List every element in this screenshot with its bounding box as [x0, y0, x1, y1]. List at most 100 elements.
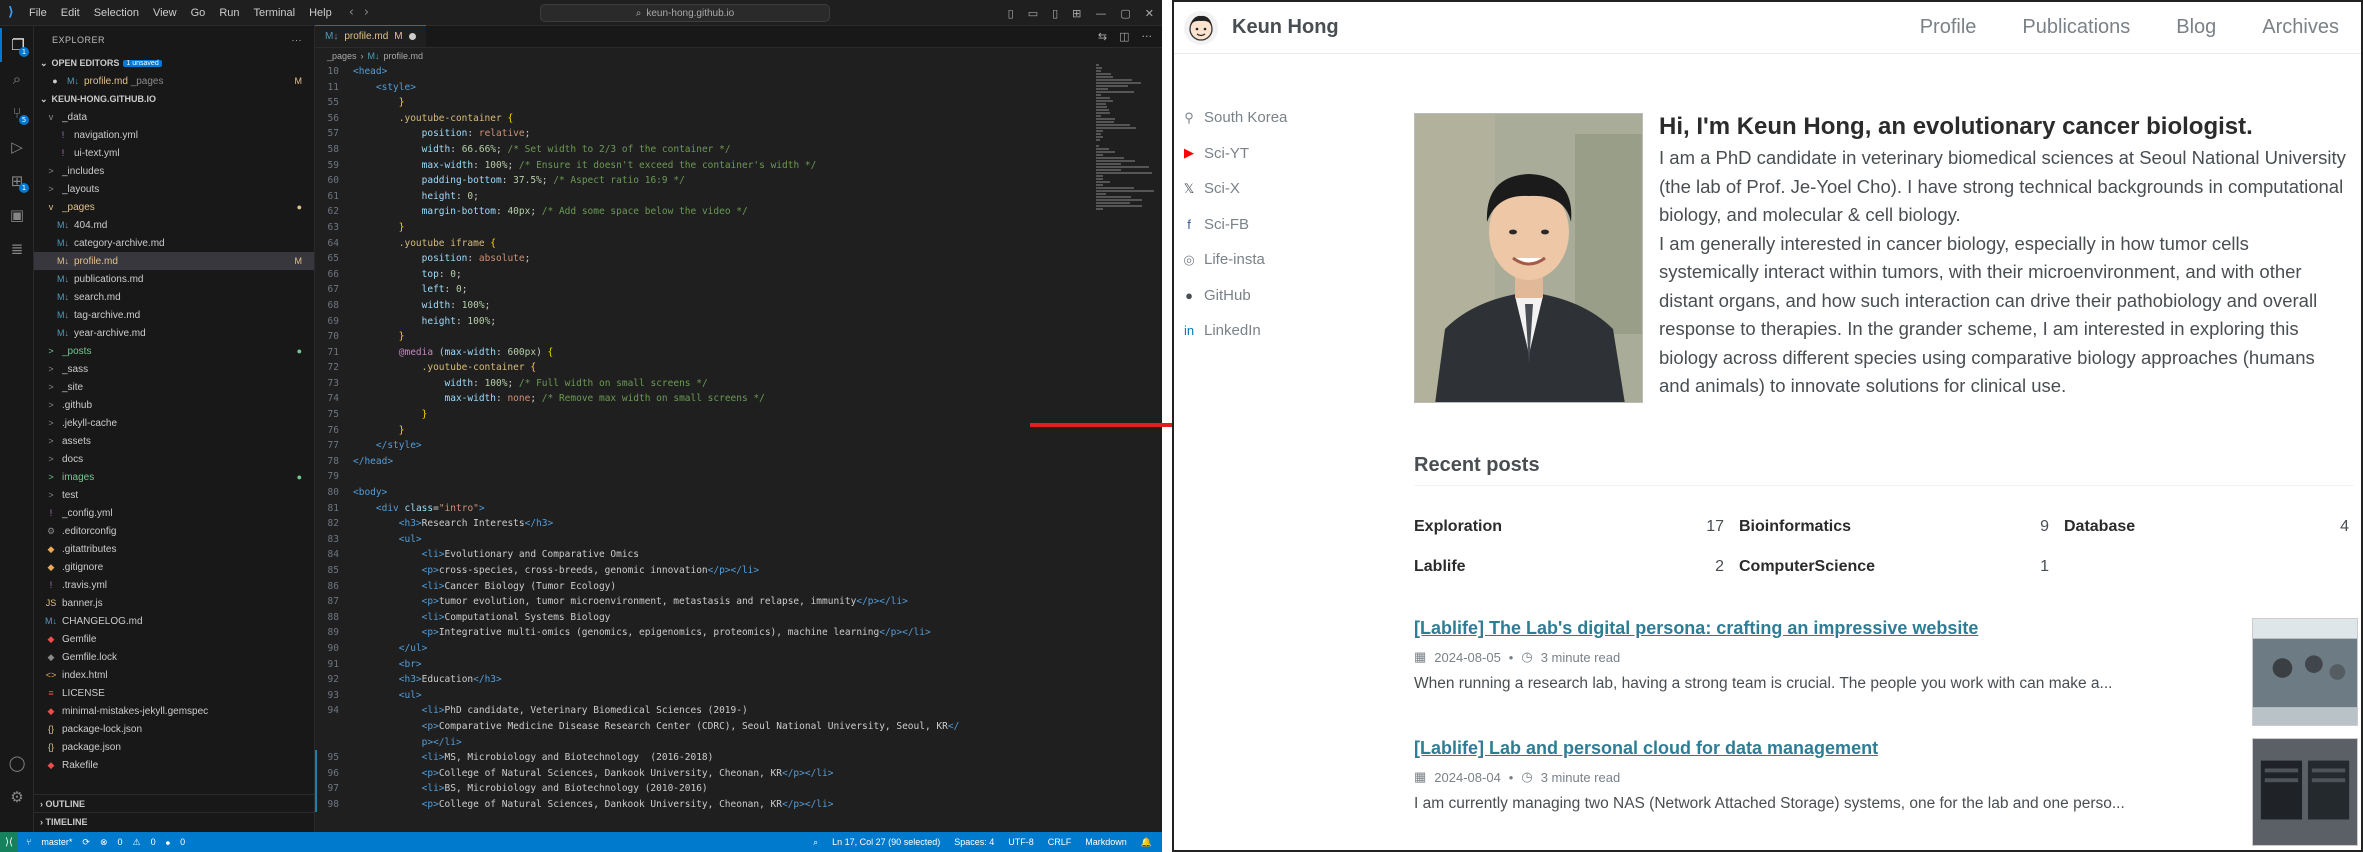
file-tree-item[interactable]: > _posts ●	[34, 342, 314, 360]
close-icon[interactable]: ✕	[1145, 7, 1154, 20]
file-tree-item[interactable]: > images ●	[34, 468, 314, 486]
remote-explorer-icon[interactable]: ▣	[0, 198, 34, 232]
minimize-icon[interactable]: —	[1095, 7, 1106, 20]
run-debug-icon[interactable]: ▷	[0, 130, 34, 164]
nav-publications[interactable]: Publications	[2022, 16, 2130, 39]
author-link[interactable]: ◎ Life-insta	[1182, 242, 1287, 278]
split-editor-icon[interactable]: ◫	[1119, 30, 1129, 43]
menu-file[interactable]: File	[22, 7, 54, 19]
menu-help[interactable]: Help	[302, 7, 339, 19]
author-link[interactable]: 𝕏 Sci-X	[1182, 171, 1287, 207]
open-editors-section[interactable]: ⌄ OPEN EDITORS 1 unsaved	[34, 54, 314, 72]
file-tree-item[interactable]: > assets	[34, 432, 314, 450]
file-tree-item[interactable]: > docs	[34, 450, 314, 468]
back-arrow-icon[interactable]: ‹	[349, 5, 354, 20]
file-tree-item[interactable]: M↓ 404.md	[34, 216, 314, 234]
category-item[interactable]: Exploration 17	[1414, 518, 1724, 536]
file-tree-item[interactable]: ◆ minimal-mistakes-jekyll.gemspec	[34, 702, 314, 720]
file-tree-item[interactable]: JS banner.js	[34, 594, 314, 612]
repo-section[interactable]: ⌄ KEUN-HONG.GITHUB.IO	[34, 90, 314, 108]
remote-indicator-icon[interactable]: ⟩⟨	[0, 832, 18, 852]
file-tree-item[interactable]: M↓ search.md	[34, 288, 314, 306]
author-link[interactable]: ▶ Sci-YT	[1182, 136, 1287, 172]
sync-icon[interactable]: ⟳	[82, 837, 90, 848]
file-tree-item[interactable]: v _pages ●	[34, 198, 314, 216]
post-title-link[interactable]: [Lablife] The Lab's digital persona: cra…	[1414, 618, 2354, 639]
file-tree-item[interactable]: M↓ CHANGELOG.md	[34, 612, 314, 630]
outline-view-icon[interactable]: ≣	[0, 232, 34, 266]
author-link[interactable]: ● GitHub	[1182, 278, 1287, 314]
file-tree-item[interactable]: > test	[34, 486, 314, 504]
open-changes-icon[interactable]: ⇆	[1098, 30, 1107, 43]
cursor-position[interactable]: Ln 17, Col 27 (90 selected)	[832, 837, 940, 847]
menu-edit[interactable]: Edit	[54, 7, 87, 19]
menu-selection[interactable]: Selection	[87, 7, 146, 19]
post-title-link[interactable]: [Lablife] Lab and personal cloud for dat…	[1414, 738, 2354, 759]
file-tree-item[interactable]: ! navigation.yml	[34, 126, 314, 144]
end-of-line[interactable]: CRLF	[1048, 837, 1072, 847]
file-tree-item[interactable]: ◆ .gitignore	[34, 558, 314, 576]
outline-section[interactable]: › OUTLINE	[34, 794, 315, 812]
site-logo-avatar[interactable]	[1184, 10, 1218, 45]
file-tree-item[interactable]: ◆ .gitattributes	[34, 540, 314, 558]
toggle-secondary-sidebar-icon[interactable]: ▯	[1052, 7, 1058, 20]
nav-profile[interactable]: Profile	[1920, 16, 1977, 39]
author-link[interactable]: f Sci-FB	[1182, 207, 1287, 243]
file-tree-item[interactable]: > .jekyll-cache	[34, 414, 314, 432]
unsaved-dot-icon[interactable]	[408, 33, 416, 40]
file-tree-item[interactable]: {} package.json	[34, 738, 314, 756]
extensions-icon[interactable]: ⊞ 1	[0, 164, 34, 198]
site-title[interactable]: Keun Hong	[1232, 16, 1339, 39]
explorer-icon[interactable]: ❐ 1	[0, 28, 34, 62]
file-tree-item[interactable]: > _sass	[34, 360, 314, 378]
file-tree-item[interactable]: M↓ publications.md	[34, 270, 314, 288]
notifications-bell-icon[interactable]: 🔔	[1141, 837, 1152, 848]
git-branch[interactable]: master*	[41, 837, 72, 847]
category-item[interactable]: Bioinformatics 9	[1739, 518, 2049, 536]
settings-gear-icon[interactable]: ⚙	[0, 780, 34, 814]
accounts-icon[interactable]: ◯	[0, 746, 34, 780]
file-tree-item[interactable]: ! _config.yml	[34, 504, 314, 522]
command-center-search[interactable]: ⌕ keun-hong.github.io	[540, 4, 830, 22]
file-tree-item[interactable]: {} package-lock.json	[34, 720, 314, 738]
customize-layout-icon[interactable]: ⊞	[1072, 7, 1081, 20]
tab-profile-md[interactable]: M↓ profile.md M	[315, 25, 426, 47]
file-tree-item[interactable]: > _includes	[34, 162, 314, 180]
more-actions-icon[interactable]: ···	[292, 35, 303, 45]
encoding[interactable]: UTF-8	[1008, 837, 1034, 847]
file-tree-item[interactable]: > _site	[34, 378, 314, 396]
open-editor-item[interactable]: ● M↓ profile.md _pages M	[34, 72, 314, 90]
file-tree-item[interactable]: <> index.html	[34, 666, 314, 684]
menu-go[interactable]: Go	[184, 7, 213, 19]
menu-terminal[interactable]: Terminal	[247, 7, 303, 19]
nav-archives[interactable]: Archives	[2262, 16, 2339, 39]
post-thumbnail[interactable]	[2252, 738, 2358, 846]
search-view-icon[interactable]: ⌕	[0, 62, 34, 96]
menu-run[interactable]: Run	[212, 7, 246, 19]
file-tree-item[interactable]: M↓ profile.md M	[34, 252, 314, 270]
menu-view[interactable]: View	[146, 7, 184, 19]
file-tree-item[interactable]: v _data	[34, 108, 314, 126]
category-item[interactable]: ComputerScience 1	[1739, 558, 2049, 576]
nav-blog[interactable]: Blog	[2176, 16, 2216, 39]
source-control-icon[interactable]: ⑂ 5	[0, 96, 34, 130]
breadcrumb-folder[interactable]: _pages	[327, 51, 357, 61]
toggle-sidebar-icon[interactable]: ▯	[1008, 7, 1014, 20]
file-tree-item[interactable]: ◆ Rakefile	[34, 756, 314, 774]
post-thumbnail[interactable]	[2252, 618, 2358, 726]
ports-count[interactable]: 0	[180, 837, 185, 847]
file-tree-item[interactable]: ! ui-text.yml	[34, 144, 314, 162]
file-tree-item[interactable]: ◆ Gemfile.lock	[34, 648, 314, 666]
file-tree-item[interactable]: ≡ LICENSE	[34, 684, 314, 702]
file-tree-item[interactable]: M↓ tag-archive.md	[34, 306, 314, 324]
file-tree-item[interactable]: > .github	[34, 396, 314, 414]
forward-arrow-icon[interactable]: ›	[364, 5, 369, 20]
timeline-section[interactable]: › TIMELINE	[34, 812, 315, 830]
language-mode[interactable]: Markdown	[1085, 837, 1127, 847]
file-tree-item[interactable]: M↓ category-archive.md	[34, 234, 314, 252]
zoom-icon[interactable]: ⌕	[813, 837, 818, 848]
code-editor[interactable]: 10 <head> 11 <style> 55 } 56 .youtube-contai…	[315, 64, 1095, 812]
indentation[interactable]: Spaces: 4	[954, 837, 994, 847]
file-tree-item[interactable]: ! .travis.yml	[34, 576, 314, 594]
maximize-icon[interactable]: ▢	[1120, 7, 1130, 20]
